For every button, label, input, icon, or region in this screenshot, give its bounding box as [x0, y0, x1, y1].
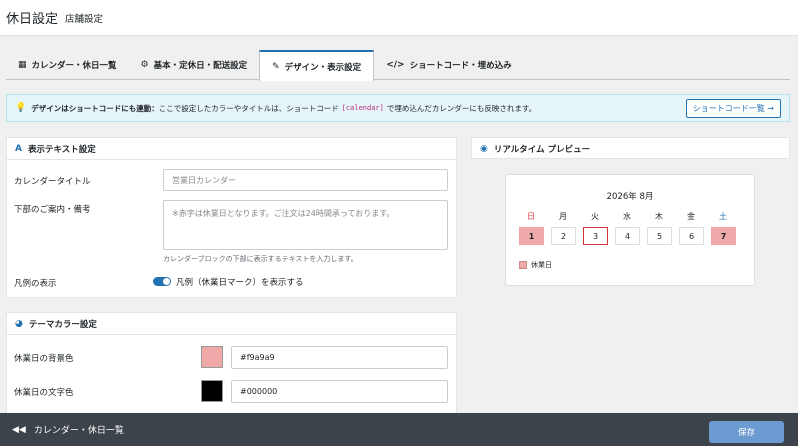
- holiday-text-swatch[interactable]: [201, 380, 223, 402]
- holiday-text-label: 休業日の文字色: [14, 388, 74, 398]
- footer-note-hint: カレンダーブロックの下部に表示するテキストを入力します。: [163, 255, 358, 263]
- footer-note-label: 下部のご案内・備考: [14, 205, 91, 215]
- weekday-label: 月: [559, 212, 567, 221]
- calendar-legend: 休業日: [519, 260, 552, 270]
- tab-label: カレンダー・休日一覧: [31, 61, 117, 71]
- calendar-icon: ▦: [18, 60, 27, 70]
- holiday-bg-swatch[interactable]: [201, 346, 223, 368]
- holiday-legend-swatch: [519, 261, 527, 269]
- lightbulb-icon: 💡: [15, 103, 27, 113]
- palette-icon: ◕: [15, 318, 23, 329]
- font-icon: A: [15, 143, 22, 154]
- weekday-label: 日: [527, 212, 535, 221]
- weekday-label: 火: [591, 212, 599, 221]
- legend-label: 休業日: [531, 261, 552, 269]
- legend-toggle[interactable]: [153, 277, 171, 286]
- holiday-bg-input[interactable]: #f9a9a9: [231, 346, 448, 369]
- calendar-day: 6: [679, 227, 704, 245]
- tab-basic-settings[interactable]: ⚙ 基本・定休日・配送設定: [129, 50, 260, 80]
- calendar-day: 3: [583, 227, 608, 245]
- eye-icon: ◉: [480, 144, 488, 154]
- calendar-title-label: カレンダータイトル: [14, 177, 91, 187]
- tab-design-settings[interactable]: ✎ デザイン・表示設定: [259, 50, 375, 81]
- info-notice: 💡 デザインはショートコードにも連動： ここで設定したカラーやタイトルは、ショー…: [6, 94, 790, 122]
- calendar-day: 7: [711, 227, 736, 245]
- page-subtitle: 店舗設定: [65, 13, 104, 25]
- notice-text-2: で埋め込んだカレンダーにも反映されます。: [386, 103, 537, 113]
- page-title: 休日設定: [6, 12, 59, 27]
- notice-code: [calendar]: [341, 104, 384, 112]
- save-button[interactable]: 保存: [709, 421, 784, 443]
- code-icon: </>: [386, 60, 405, 70]
- footer-note-textarea[interactable]: ※赤字は休業日となります。ご注文は24時間承っております。: [163, 200, 448, 250]
- tab-calendar-list[interactable]: ▦ カレンダー・休日一覧: [6, 50, 129, 80]
- notice-text: ここで設定したカラーやタイトルは、ショートコード: [158, 103, 339, 113]
- back-arrow-icon[interactable]: ◀◀: [12, 425, 26, 435]
- card-heading-label: 表示テキスト設定: [27, 144, 96, 155]
- brush-icon: ✎: [272, 61, 280, 72]
- card-heading: ◉ リアルタイム プレビュー: [472, 138, 789, 160]
- weekday-label: 土: [719, 212, 727, 221]
- legend-toggle-text: 凡例（休業日マーク）を表示する: [176, 278, 304, 288]
- calendar-month-title: 2026年 8月: [606, 192, 654, 202]
- calendar-day: 2: [551, 227, 576, 245]
- weekday-label: 水: [623, 212, 631, 221]
- calendar-day: 4: [615, 227, 640, 245]
- page-header: 休日設定 店舗設定: [0, 0, 798, 36]
- calendar-title-input[interactable]: 営業日カレンダー: [163, 169, 448, 191]
- back-to-calendar-link[interactable]: カレンダー・休日一覧: [34, 423, 124, 436]
- footer-bar: ◀◀ カレンダー・休日一覧 保存: [0, 413, 798, 446]
- weekday-label: 木: [655, 212, 663, 221]
- notice-bold: デザインはショートコードにも連動：: [31, 103, 159, 113]
- legend-display-label: 凡例の表示: [14, 279, 57, 289]
- holiday-bg-label: 休業日の背景色: [14, 354, 74, 364]
- tab-bar: ▦ カレンダー・休日一覧 ⚙ 基本・定休日・配送設定 ✎ デザイン・表示設定 <…: [6, 50, 790, 81]
- tab-label: 基本・定休日・配送設定: [153, 61, 248, 71]
- calendar-day: 1: [519, 227, 544, 245]
- calendar-preview: 2026年 8月 日 月 火 水 木 金 土 1234567 休業日: [505, 174, 755, 286]
- holiday-text-input[interactable]: #000000: [231, 380, 448, 403]
- tab-label: ショートコード・埋め込み: [409, 61, 512, 71]
- shortcode-list-button[interactable]: ショートコード一覧 →: [685, 99, 781, 118]
- gear-icon: ⚙: [140, 60, 149, 70]
- card-heading-label: リアルタイム プレビュー: [493, 145, 591, 155]
- calendar-day: 5: [647, 227, 672, 245]
- preview-card: ◉ リアルタイム プレビュー: [471, 137, 790, 159]
- tab-label: デザイン・表示設定: [284, 62, 362, 73]
- tab-shortcode[interactable]: </> ショートコード・埋め込み: [374, 50, 523, 80]
- card-heading: A 表示テキスト設定: [7, 138, 456, 160]
- card-heading-label: テーマカラー設定: [28, 319, 97, 330]
- card-heading: ◕ テーマカラー設定: [7, 313, 456, 335]
- toggle-knob: [163, 278, 170, 285]
- weekday-label: 金: [687, 212, 695, 221]
